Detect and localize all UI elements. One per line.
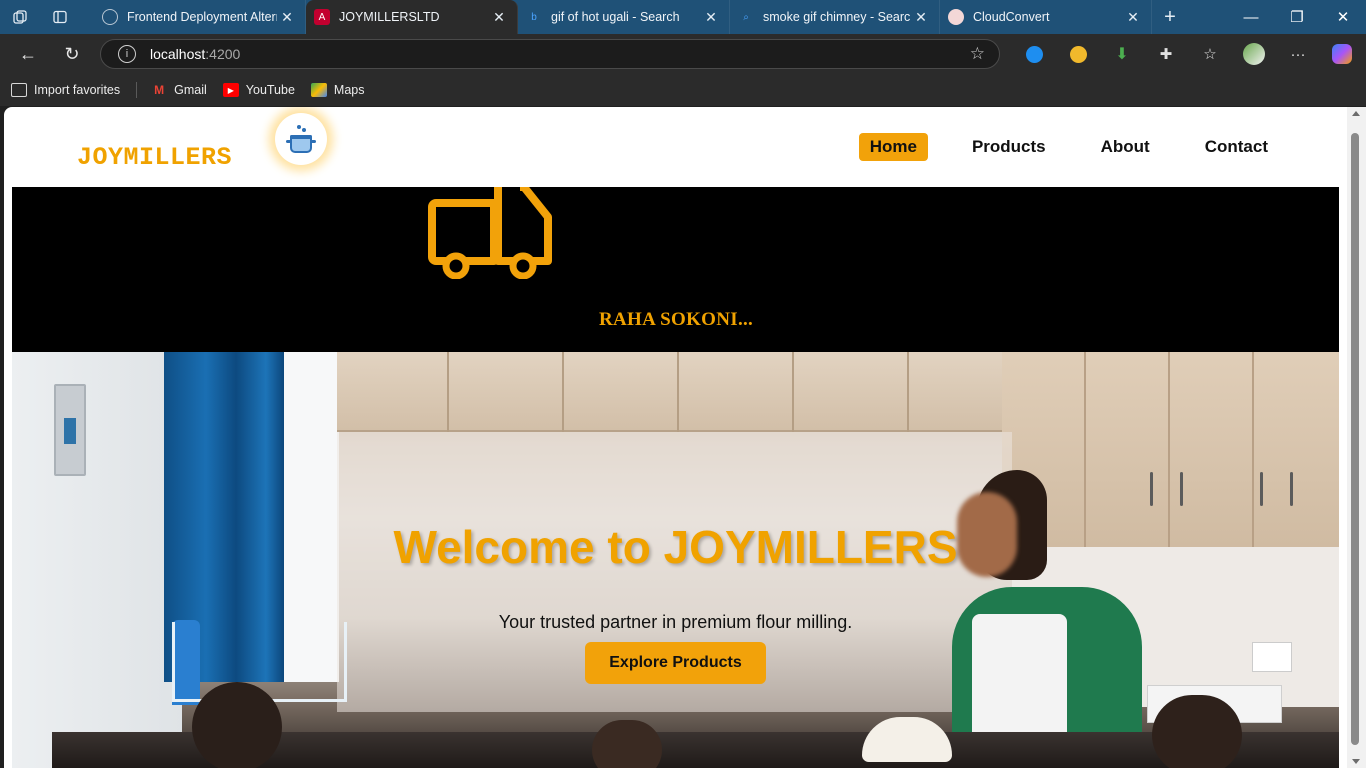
banner-tagline: RAHA SOKONI...	[599, 309, 754, 330]
url-port: :4200	[205, 46, 241, 62]
bookmark-label: Maps	[333, 83, 365, 97]
bookmark-gmail[interactable]: M Gmail	[151, 83, 207, 97]
youtube-icon: ▶	[222, 83, 239, 97]
extensions-puzzle-icon[interactable]: ✚	[1144, 34, 1188, 74]
scroll-down-arrow-icon[interactable]	[1352, 759, 1360, 764]
tab-hot-ugali-search[interactable]: b gif of hot ugali - Search ✕	[518, 0, 730, 34]
tab-title: smoke gif chimney - Search	[763, 10, 911, 24]
close-tab-icon[interactable]: ✕	[1123, 9, 1143, 26]
tab-title: gif of hot ugali - Search	[551, 10, 680, 24]
bing-search-icon: b	[531, 11, 537, 23]
hero-bg-child	[1152, 695, 1242, 768]
hero-bg-cabinets	[337, 352, 1002, 432]
maps-icon	[310, 83, 327, 97]
tab-title: CloudConvert	[973, 10, 1050, 24]
hero-subtitle: Your trusted partner in premium flour mi…	[498, 612, 853, 632]
tab-frontend-deployment[interactable]: Frontend Deployment Altern ✕	[94, 0, 306, 34]
tab-title: JOYMILLERSLTD	[339, 10, 440, 24]
minimize-icon[interactable]: —	[1228, 0, 1274, 34]
favorite-star-icon[interactable]: ☆	[970, 44, 985, 64]
delivery-banner: RAHA SOKONI...	[12, 187, 1339, 352]
tab-joymillers[interactable]: A JOYMILLERSLTD ✕	[306, 0, 518, 34]
download-extension-icon[interactable]: ⬇	[1100, 34, 1144, 74]
bookmark-label: Gmail	[174, 83, 207, 97]
nav-home[interactable]: Home	[858, 133, 928, 161]
tab-cloudconvert[interactable]: CloudConvert ✕	[940, 0, 1152, 34]
angular-icon: A	[314, 9, 330, 25]
explore-products-button[interactable]: Explore Products	[585, 642, 766, 684]
copilot-icon[interactable]	[1320, 34, 1364, 74]
cloudconvert-icon	[948, 9, 964, 25]
scrollbar-thumb[interactable]	[1351, 133, 1359, 745]
favorites-icon[interactable]: ☆	[1188, 34, 1232, 74]
bookmark-maps[interactable]: Maps	[310, 83, 365, 97]
hero-bg-outlet	[1252, 642, 1292, 672]
coin-extension-icon[interactable]	[1056, 34, 1100, 74]
bookmarks-bar: Import favorites M Gmail ▶ YouTube Maps	[0, 74, 1366, 106]
hero-bg-ugali	[862, 717, 952, 762]
address-bar[interactable]: i localhost:4200 ☆	[100, 39, 1000, 69]
tab-actions-icon[interactable]	[40, 0, 80, 34]
bookmark-import-favorites[interactable]: Import favorites	[11, 83, 120, 97]
hero-bg-switch	[54, 384, 86, 476]
hero-bg-child	[592, 720, 662, 768]
close-window-icon[interactable]: ✕	[1320, 0, 1366, 34]
hero-bg-child	[192, 682, 282, 768]
bookmark-youtube[interactable]: ▶ YouTube	[222, 83, 295, 97]
close-tab-icon[interactable]: ✕	[701, 9, 721, 26]
profile-avatar-icon[interactable]	[1232, 34, 1276, 74]
extensions-bar: ⬇ ✚ ☆ ···	[1012, 34, 1364, 74]
bookmark-label: Import favorites	[34, 83, 121, 97]
close-tab-icon[interactable]: ✕	[277, 9, 297, 26]
delivery-truck-icon	[428, 187, 552, 279]
cooking-pot-logo-icon	[275, 113, 327, 165]
scroll-up-arrow-icon[interactable]	[1352, 111, 1360, 116]
site-logo-text[interactable]: JOYMILLERS	[77, 143, 232, 172]
hero-bg-cabinets-right	[1002, 352, 1339, 547]
tab-title: Frontend Deployment Altern	[127, 10, 277, 24]
window-controls: — ❐ ✕	[1228, 0, 1366, 34]
page-viewport: JOYMILLERS Home Products About Contact R…	[4, 107, 1347, 768]
bookmark-divider	[136, 82, 138, 98]
tab-smoke-gif-search[interactable]: ⌕ smoke gif chimney - Search ✕	[730, 0, 940, 34]
gear-icon	[102, 9, 118, 25]
browser-tab-bar: Frontend Deployment Altern ✕ A JOYMILLER…	[0, 0, 1366, 34]
hero-title: Welcome to JOYMILLERS	[393, 521, 958, 573]
restore-icon[interactable]: ❐	[1274, 0, 1320, 34]
back-icon[interactable]: ←	[6, 34, 50, 74]
workspaces-icon[interactable]	[0, 0, 40, 34]
main-nav: Home Products About Contact	[826, 133, 1279, 161]
close-tab-icon[interactable]: ✕	[489, 9, 509, 26]
site-header: JOYMILLERS Home Products About Contact	[12, 107, 1339, 187]
nav-products[interactable]: Products	[961, 133, 1057, 161]
url-host: localhost	[150, 46, 206, 62]
settings-more-icon[interactable]: ···	[1276, 34, 1320, 74]
shazam-extension-icon[interactable]	[1012, 34, 1056, 74]
refresh-icon[interactable]: ↻	[50, 34, 94, 74]
gmail-icon: M	[154, 83, 165, 97]
close-tab-icon[interactable]: ✕	[911, 9, 931, 26]
new-tab-icon[interactable]: +	[1152, 0, 1188, 34]
bing-search-icon: ⌕	[743, 11, 749, 23]
bookmark-label: YouTube	[245, 83, 295, 97]
import-icon	[11, 83, 27, 97]
nav-contact[interactable]: Contact	[1194, 133, 1279, 161]
site-info-icon[interactable]: i	[118, 45, 136, 63]
hero-section: Welcome to JOYMILLERS Your trusted partn…	[12, 352, 1339, 768]
nav-about[interactable]: About	[1090, 133, 1161, 161]
page-scrollbar[interactable]	[1347, 107, 1366, 768]
